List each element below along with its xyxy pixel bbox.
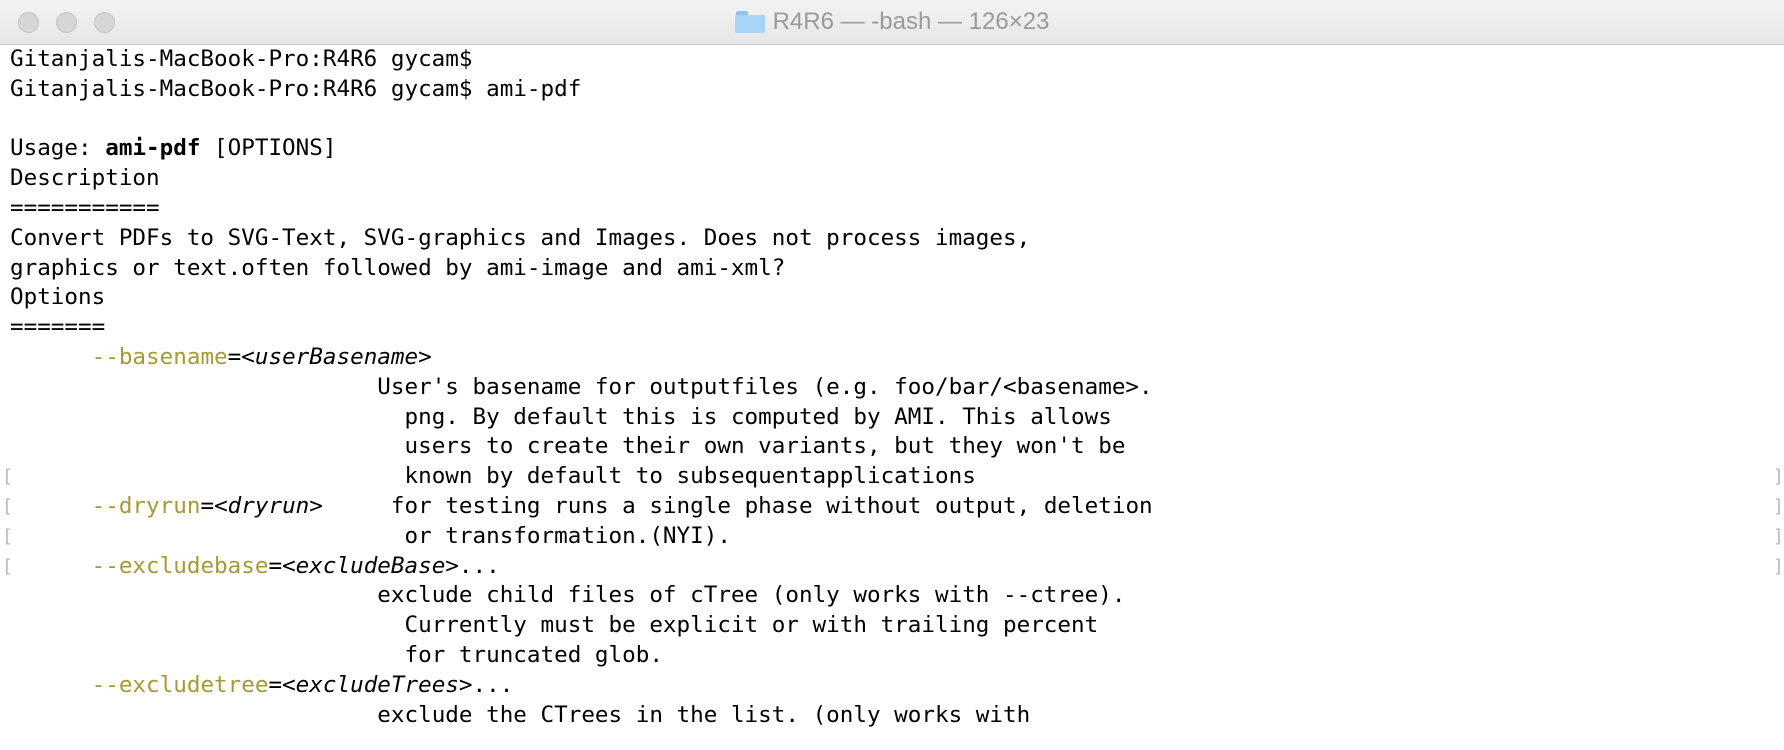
description-rule: =========== <box>10 194 160 221</box>
terminal-window: R4R6 — -bash — 126×23 Gitanjalis-MacBook… <box>0 0 1784 750</box>
option-arg: <excludeTrees> <box>282 671 473 698</box>
left-bracket-marker: [ <box>2 555 13 577</box>
desc-text: or transformation.(NYI). <box>404 522 731 549</box>
option-arg: <dryrun> <box>214 492 323 519</box>
options-header: Options <box>10 284 106 311</box>
description-header: Description <box>10 165 160 192</box>
description-line: Convert PDFs to SVG-Text, SVG-graphics a… <box>10 224 1031 251</box>
usage-command: ami-pdf <box>105 135 201 162</box>
prompt-text: Gitanjalis-MacBook-Pro:R4R6 gycam$ <box>10 46 473 72</box>
option-description: users to create their own variants, but … <box>10 432 1784 462</box>
option-ellipsis: ... <box>458 552 500 579</box>
option-description: User's basename for outputfiles (e.g. fo… <box>10 373 1784 403</box>
usage-prefix: Usage: <box>10 135 106 162</box>
left-bracket-marker: [ <box>2 525 13 547</box>
usage-line: Usage: ami-pdf [OPTIONS] <box>10 134 1784 164</box>
desc-text: exclude the CTrees in the list. (only wo… <box>377 701 1031 728</box>
desc-text: exclude child files of cTree (only works… <box>377 582 1126 609</box>
option-description: exclude the CTrees in the list. (only wo… <box>10 701 1784 731</box>
option-excludetree: --excludetree=<excludeTrees>... <box>91 671 514 698</box>
option-flag: --excludetree <box>91 671 269 698</box>
title-bar: R4R6 — -bash — 126×23 <box>0 0 1784 45</box>
option-ellipsis: ... <box>472 671 514 698</box>
folder-icon <box>734 11 765 33</box>
usage-options: [OPTIONS] <box>200 135 337 162</box>
option-basename: --basename=<userBasename> <box>91 343 432 370</box>
options-rule: ======= <box>10 314 106 341</box>
option-flag: --excludebase <box>91 552 269 579</box>
description-line: graphics or text.often followed by ami-i… <box>10 254 786 281</box>
desc-text: known by default to subsequentapplicatio… <box>404 463 976 490</box>
prompt-line: Gitanjalis-MacBook-Pro:R4R6 gycam$ <box>10 45 1784 75</box>
left-bracket-marker: [ <box>2 495 13 517</box>
option-flag: --basename <box>91 343 228 370</box>
option-description: for truncated glob. <box>10 641 1784 671</box>
option-description: png. By default this is computed by AMI.… <box>10 403 1784 433</box>
option-arg: <userBasename> <box>241 343 432 370</box>
left-bracket-marker: [ <box>2 466 13 488</box>
command-line: Gitanjalis-MacBook-Pro:R4R6 gycam$ ami-p… <box>10 75 1784 105</box>
option-flag: --dryrun <box>91 492 201 519</box>
option-arg: <excludeBase> <box>282 552 459 579</box>
option-dryrun: [ --dryrun=<dryrun> for testing runs a s… <box>2 492 1784 522</box>
option-excludebase: [ --excludebase=<excludeBase>...] <box>2 552 1784 582</box>
desc-text: users to create their own variants, but … <box>404 433 1126 460</box>
window-title: R4R6 — -bash — 126×23 <box>772 8 1050 35</box>
right-bracket-marker: ] <box>1773 466 1784 488</box>
option-description: exclude child files of cTree (only works… <box>10 581 1784 611</box>
option-description: [ or transformation.(NYI).] <box>2 522 1784 552</box>
option-description: [ known by default to subsequentapplicat… <box>2 462 1784 492</box>
desc-text: png. By default this is computed by AMI.… <box>404 403 1112 430</box>
desc-text: for truncated glob. <box>404 641 663 668</box>
option-description: Currently must be explicit or with trail… <box>10 611 1784 641</box>
command-text: ami-pdf <box>486 75 582 102</box>
right-bracket-marker: ] <box>1773 495 1784 517</box>
window-title-area: R4R6 — -bash — 126×23 <box>0 0 1784 44</box>
desc-text: for testing runs a single phase without … <box>390 492 1153 519</box>
right-bracket-marker: ] <box>1773 555 1784 577</box>
desc-text: User's basename for outputfiles (e.g. fo… <box>377 373 1153 400</box>
terminal-output[interactable]: Gitanjalis-MacBook-Pro:R4R6 gycam$ Gitan… <box>0 45 1784 730</box>
right-bracket-marker: ] <box>1773 525 1784 547</box>
prompt-text: Gitanjalis-MacBook-Pro:R4R6 gycam$ <box>10 75 473 102</box>
desc-text: Currently must be explicit or with trail… <box>404 612 1099 639</box>
